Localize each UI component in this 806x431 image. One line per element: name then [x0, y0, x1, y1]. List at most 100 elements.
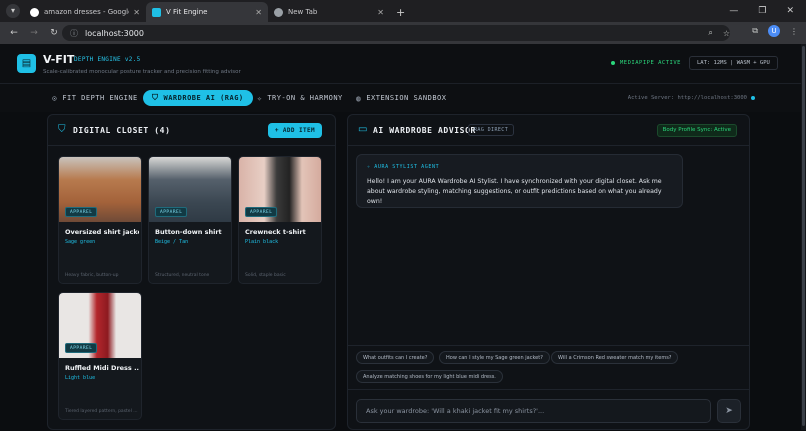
chat-icon: ▭: [358, 124, 368, 135]
chat-input-bar: Ask your wardrobe: 'Will a khaki jacket …: [348, 389, 749, 431]
send-icon: ➤: [725, 406, 733, 416]
shirt-icon: ⛉: [58, 124, 66, 135]
item-color: Light blue: [65, 375, 96, 381]
item-description: Structured, neutral tone: [155, 273, 210, 278]
status-dot-icon: [611, 60, 615, 65]
forward-icon[interactable]: →: [24, 28, 44, 38]
sync-status-badge: Body Profile Sync: Active: [656, 124, 737, 137]
close-tab-icon[interactable]: ✕: [133, 8, 140, 17]
main-nav: ⊙ FIT DEPTH ENGINE ⛉ WARDROBE AI (RAG) ✧ TR…: [0, 84, 806, 112]
item-color: Sage green: [65, 239, 96, 245]
nav-label: TRY-ON & HARMONY: [267, 94, 343, 102]
menu-kebab-icon[interactable]: ⋮: [790, 27, 798, 36]
advisor-header: ▭ AI WARDROBE ADVISOR RAG DIRECT Body Pr…: [348, 115, 749, 146]
scrollbar-thumb[interactable]: [802, 46, 805, 426]
nav-label: WARDROBE AI (RAG): [163, 94, 244, 102]
tab-extension-sandbox[interactable]: ◍ EXTENSION SANDBOX: [356, 90, 446, 106]
category-badge: APPAREL: [245, 207, 278, 217]
globe-icon: ◍: [356, 93, 362, 103]
app-header: ▤ V-FIT DEPTH ENGINE v2.5 Scale-calibrat…: [0, 44, 806, 84]
advisor-title: AI WARDROBE ADVISOR: [373, 126, 476, 135]
minimize-icon[interactable]: —: [729, 6, 738, 16]
shirt-icon: ⛉: [152, 93, 159, 102]
tab-fit-depth-engine[interactable]: ⊙ FIT DEPTH ENGINE: [52, 90, 138, 106]
clipboard-logo-icon: ▤: [17, 54, 36, 73]
browser-tab-strip: ▾ amazon dresses - Google Sear ✕ V Fit E…: [0, 0, 806, 22]
closet-header: ⛉ DIGITAL CLOSET (4) + ADD ITEM: [48, 115, 335, 146]
item-description: Tiered layered pattern, pastel ...: [65, 409, 138, 414]
latency-badge: LAT: 12MS | WASM + GPU: [689, 56, 778, 70]
back-icon[interactable]: ←: [4, 28, 24, 38]
rag-badge: RAG DIRECT: [468, 124, 515, 136]
chat-input[interactable]: Ask your wardrobe: 'Will a khaki jacket …: [356, 399, 711, 423]
sparkle-icon: ✧: [257, 93, 263, 103]
item-color: Beige / Tan: [155, 239, 189, 245]
assistant-message: ✧ AURA STYLIST AGENT Hello! I am your AU…: [356, 154, 683, 208]
engine-version: DEPTH ENGINE v2.5: [74, 56, 141, 63]
tab-wardrobe-ai[interactable]: ⛉ WARDROBE AI (RAG): [143, 90, 253, 106]
tab-title: V Fit Engine: [166, 8, 208, 16]
bookmark-star-icon[interactable]: ☆: [723, 29, 730, 38]
add-item-button[interactable]: + ADD ITEM: [267, 123, 322, 138]
suggestion-chip[interactable]: What outfits can I create?: [356, 351, 435, 364]
server-dot-icon: [751, 95, 755, 100]
crosshair-icon: ⊙: [52, 93, 58, 103]
tab-title: amazon dresses - Google Sear: [44, 8, 129, 16]
message-text: Hello! I am your AURA Wardrobe AI Stylis…: [367, 178, 662, 205]
window-controls: — ❐ ✕: [729, 0, 806, 22]
close-tab-icon[interactable]: ✕: [255, 8, 262, 17]
category-badge: APPAREL: [65, 207, 98, 217]
zoom-icon[interactable]: ⌕: [708, 28, 712, 38]
active-server: Active Server: http://localhost:3000: [628, 95, 755, 101]
browser-tab-vfit[interactable]: V Fit Engine ✕: [146, 2, 268, 22]
mediapipe-status: MEDIAPIPE ACTIVE: [611, 60, 681, 66]
chrome-favicon-icon: [274, 7, 283, 17]
close-tab-icon[interactable]: ✕: [377, 8, 384, 17]
nav-label: FIT DEPTH ENGINE: [62, 94, 138, 102]
browser-tab-newtab[interactable]: New Tab ✕: [268, 2, 390, 22]
agent-name: AURA STYLIST AGENT: [374, 164, 440, 170]
suggestion-chip[interactable]: Will a Crimson Red sweater match my item…: [551, 351, 679, 364]
item-name: Crewneck t-shirt: [245, 228, 306, 236]
reload-icon[interactable]: ↻: [44, 28, 64, 38]
suggestion-chip[interactable]: How can I style my Sage green jacket?: [439, 351, 550, 364]
closet-item-card[interactable]: APPAREL Oversized shirt jacket Sage gree…: [58, 156, 142, 284]
closet-item-card[interactable]: APPAREL Ruffled Midi Dress ... Light blu…: [58, 292, 142, 420]
globe-favicon-icon: [152, 7, 161, 17]
suggestion-chips: What outfits can I create? How can I sty…: [348, 345, 749, 389]
server-text: Active Server: http://localhost:3000: [627, 95, 747, 101]
ai-advisor-panel: ▭ AI WARDROBE ADVISOR RAG DIRECT Body Pr…: [347, 114, 750, 430]
extensions-icon[interactable]: ⧉: [752, 26, 758, 36]
browser-tab-google[interactable]: amazon dresses - Google Sear ✕: [24, 2, 146, 22]
category-badge: APPAREL: [65, 343, 98, 353]
status-text: MEDIAPIPE ACTIVE: [620, 60, 681, 66]
item-color: Plain black: [245, 239, 279, 245]
site-info-icon[interactable]: ⓘ: [70, 28, 78, 39]
item-name: Oversized shirt jacket: [65, 228, 139, 236]
tab-search-button[interactable]: ▾: [6, 4, 20, 18]
closet-item-card[interactable]: APPAREL Crewneck t-shirt Plain black Sol…: [238, 156, 322, 284]
new-tab-icon[interactable]: +: [396, 6, 405, 19]
profile-avatar[interactable]: U: [768, 25, 780, 37]
suggestion-chip[interactable]: Analyze matching shoes for my light blue…: [356, 370, 503, 383]
google-favicon-icon: [30, 7, 39, 17]
restore-icon[interactable]: ❐: [758, 6, 766, 16]
item-name: Ruffled Midi Dress ...: [65, 364, 139, 372]
url-text: localhost:3000: [85, 28, 144, 38]
tab-title: New Tab: [288, 8, 318, 16]
address-bar[interactable]: ⓘ localhost:3000: [62, 25, 730, 41]
send-button[interactable]: ➤: [717, 399, 741, 423]
item-description: Solid, staple basic: [245, 273, 286, 278]
digital-closet-panel: ⛉ DIGITAL CLOSET (4) + ADD ITEM APPAREL …: [47, 114, 336, 430]
item-name: Button-down shirt: [155, 228, 222, 236]
tagline: Scale-calibrated monocular posture track…: [43, 69, 241, 75]
close-window-icon[interactable]: ✕: [786, 6, 794, 16]
page-scrollbar[interactable]: [801, 44, 806, 430]
agent-label: ✧ AURA STYLIST AGENT: [367, 164, 439, 170]
closet-item-card[interactable]: APPAREL Button-down shirt Beige / Tan St…: [148, 156, 232, 284]
browser-toolbar: ← → ↻ ⓘ localhost:3000 ⌕ ☆ ⧉ U ⋮: [0, 22, 806, 44]
closet-title: DIGITAL CLOSET (4): [73, 126, 171, 135]
brand-name: V-FIT: [43, 53, 75, 66]
tab-try-on-harmony[interactable]: ✧ TRY-ON & HARMONY: [257, 90, 343, 106]
category-badge: APPAREL: [155, 207, 188, 217]
